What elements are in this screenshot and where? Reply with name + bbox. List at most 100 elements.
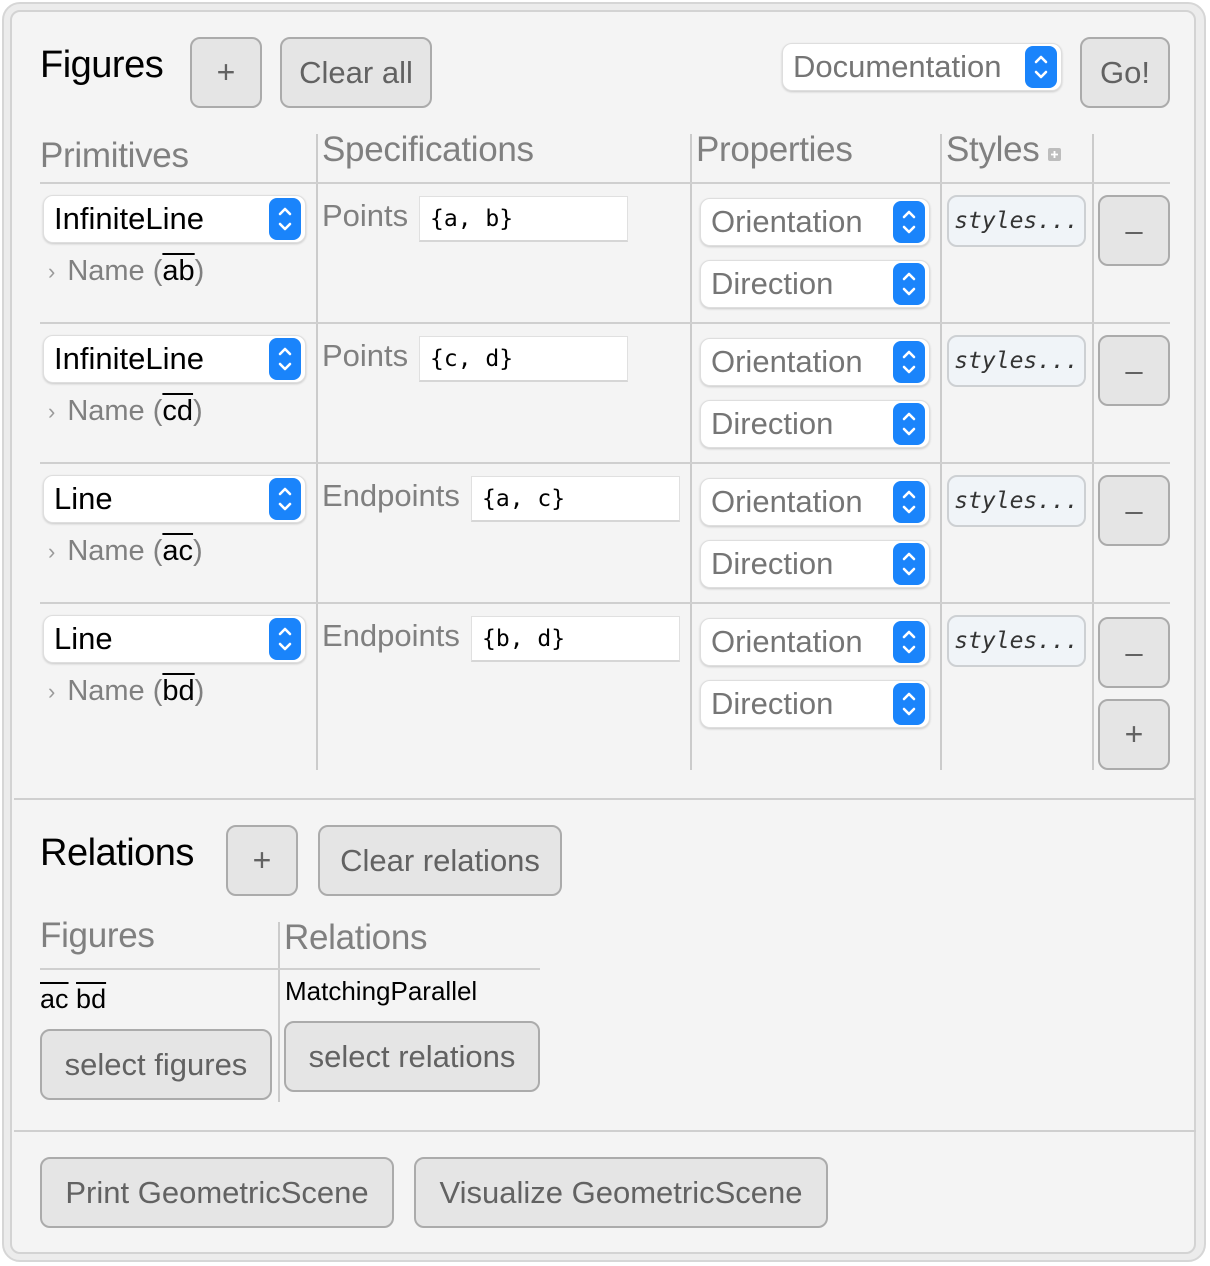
- name-close: ): [194, 675, 205, 707]
- relation-figure: ac: [40, 984, 69, 1014]
- spec-input[interactable]: {c, d}: [419, 336, 628, 382]
- add-row-button[interactable]: +: [1098, 699, 1170, 770]
- chevron-right-icon: ›: [48, 538, 56, 564]
- orientation-select-value: Orientation: [711, 624, 863, 659]
- name-close: ): [193, 395, 203, 427]
- select-spinner-icon: [269, 338, 301, 380]
- documentation-select-value: Documentation: [793, 49, 1002, 84]
- spec-input[interactable]: {a, c}: [471, 476, 680, 522]
- primitive-select-value: InfiniteLine: [54, 201, 204, 236]
- expand-styles-icon[interactable]: [1048, 148, 1061, 161]
- name-toggle[interactable]: › Name (ac): [48, 535, 203, 568]
- add-figure-button[interactable]: +: [190, 37, 262, 108]
- visualize-geometric-scene-button[interactable]: Visualize GeometricScene: [414, 1157, 828, 1228]
- orientation-select[interactable]: Orientation: [700, 618, 930, 666]
- row-divider: [40, 602, 1170, 604]
- name-toggle[interactable]: › Name (ab): [48, 255, 204, 288]
- go-button[interactable]: Go!: [1080, 37, 1170, 108]
- figures-title: Figures: [40, 44, 164, 86]
- chevron-right-icon: ›: [48, 258, 56, 284]
- spec-label: Points: [322, 338, 409, 373]
- name-toggle[interactable]: › Name (bd): [48, 675, 204, 708]
- column-header-styles: Styles: [946, 130, 1040, 169]
- column-divider: [278, 922, 280, 1102]
- primitive-select[interactable]: Line: [43, 615, 306, 663]
- relations-title: Relations: [40, 832, 194, 874]
- name-label: Name (: [67, 675, 163, 707]
- primitive-select-value: InfiniteLine: [54, 341, 204, 376]
- direction-select-value: Direction: [711, 546, 834, 581]
- orientation-select-value: Orientation: [711, 344, 863, 379]
- row-divider: [40, 182, 1170, 184]
- direction-select[interactable]: Direction: [700, 260, 930, 308]
- select-spinner-icon: [269, 478, 301, 520]
- select-spinner-icon: [893, 543, 925, 585]
- styles-button[interactable]: styles...: [947, 615, 1086, 667]
- column-header-specifications: Specifications: [322, 130, 534, 169]
- orientation-select[interactable]: Orientation: [700, 478, 930, 526]
- row-divider: [40, 462, 1170, 464]
- name-toggle[interactable]: › Name (cd): [48, 395, 203, 428]
- column-divider: [1092, 134, 1094, 770]
- spec-label: Points: [322, 198, 409, 233]
- remove-row-button[interactable]: –: [1098, 617, 1170, 688]
- relation-figures: ac bd: [40, 984, 106, 1015]
- remove-row-button[interactable]: –: [1098, 475, 1170, 546]
- print-geometric-scene-button[interactable]: Print GeometricScene: [40, 1157, 394, 1228]
- spec-input[interactable]: {a, b}: [419, 196, 628, 242]
- relation-name: MatchingParallel: [285, 976, 478, 1006]
- spec-input[interactable]: {b, d}: [471, 616, 680, 662]
- orientation-select-value: Orientation: [711, 484, 863, 519]
- figure-name: ab: [162, 255, 195, 287]
- direction-select[interactable]: Direction: [700, 680, 930, 728]
- select-spinner-icon: [893, 683, 925, 725]
- relations-column-header-relations: Relations: [284, 918, 428, 957]
- styles-button[interactable]: styles...: [947, 195, 1086, 247]
- section-divider: [14, 798, 1196, 800]
- add-relation-button[interactable]: +: [226, 825, 298, 896]
- clear-relations-button[interactable]: Clear relations: [318, 825, 562, 896]
- orientation-select[interactable]: Orientation: [700, 198, 930, 246]
- styles-button[interactable]: styles...: [947, 335, 1086, 387]
- name-label: Name (: [67, 255, 163, 287]
- remove-row-button[interactable]: –: [1098, 195, 1170, 266]
- select-spinner-icon: [269, 198, 301, 240]
- spec-label: Endpoints: [322, 478, 460, 513]
- name-close: ): [194, 255, 205, 287]
- column-divider: [316, 134, 318, 770]
- clear-all-button[interactable]: Clear all: [280, 37, 432, 108]
- primitive-select[interactable]: InfiniteLine: [43, 335, 306, 383]
- select-spinner-icon: [1025, 46, 1057, 88]
- orientation-select-value: Orientation: [711, 204, 863, 239]
- documentation-select[interactable]: Documentation: [782, 43, 1062, 91]
- primitive-select[interactable]: InfiniteLine: [43, 195, 306, 243]
- chevron-right-icon: ›: [48, 398, 56, 424]
- column-divider: [690, 134, 692, 770]
- row-divider: [40, 322, 1170, 324]
- direction-select-value: Direction: [711, 266, 834, 301]
- direction-select[interactable]: Direction: [700, 400, 930, 448]
- primitive-select[interactable]: Line: [43, 475, 306, 523]
- name-close: ): [193, 535, 203, 567]
- direction-select[interactable]: Direction: [700, 540, 930, 588]
- select-figures-button[interactable]: select figures: [40, 1029, 272, 1100]
- orientation-select[interactable]: Orientation: [700, 338, 930, 386]
- select-spinner-icon: [893, 481, 925, 523]
- primitive-select-value: Line: [54, 481, 113, 516]
- spec-label: Endpoints: [322, 618, 460, 653]
- figure-name: cd: [162, 395, 194, 427]
- remove-row-button[interactable]: –: [1098, 335, 1170, 406]
- relations-column-header-figures: Figures: [40, 916, 155, 955]
- column-divider: [940, 134, 942, 770]
- styles-button[interactable]: styles...: [947, 475, 1086, 527]
- chevron-right-icon: ›: [48, 678, 56, 704]
- direction-select-value: Direction: [711, 686, 834, 721]
- column-header-properties: Properties: [696, 130, 853, 169]
- select-relations-button[interactable]: select relations: [284, 1021, 540, 1092]
- name-label: Name (: [67, 395, 163, 427]
- column-header-primitives: Primitives: [40, 136, 189, 175]
- select-spinner-icon: [893, 201, 925, 243]
- select-spinner-icon: [893, 341, 925, 383]
- figure-name: ac: [162, 535, 194, 567]
- figure-name: bd: [162, 675, 195, 707]
